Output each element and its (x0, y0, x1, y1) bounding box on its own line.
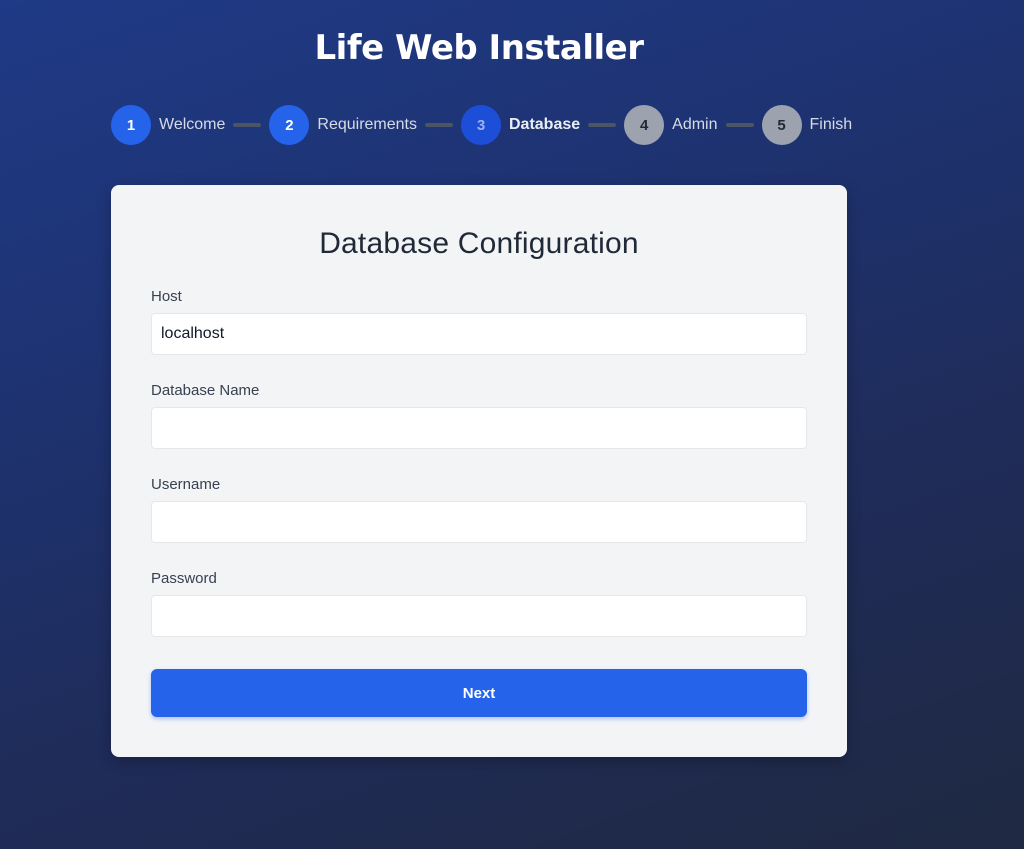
password-input[interactable] (151, 595, 807, 637)
step-label: Admin (672, 116, 718, 133)
username-field-group: Username (151, 475, 807, 543)
installer-stepper: 1 Welcome 2 Requirements 3 Database 4 Ad… (111, 105, 852, 145)
host-field-group: Host (151, 287, 807, 355)
step-number: 4 (624, 105, 665, 145)
step-label: Database (509, 116, 581, 133)
step-finish: 5 Finish (761, 105, 853, 145)
step-connector (588, 123, 617, 127)
step-connector (725, 123, 754, 127)
database-name-label: Database Name (151, 382, 260, 399)
host-input[interactable] (151, 313, 807, 355)
next-button[interactable]: Next (151, 669, 807, 717)
step-connector (425, 123, 453, 127)
host-label: Host (151, 288, 182, 305)
password-field-group: Password (151, 569, 807, 637)
database-name-field-group: Database Name (151, 381, 807, 449)
password-label: Password (151, 570, 217, 587)
step-label: Welcome (159, 116, 226, 133)
username-input[interactable] (151, 501, 807, 543)
username-label: Username (151, 476, 221, 493)
step-number: 3 (461, 105, 501, 145)
step-welcome: 1 Welcome (111, 105, 225, 145)
step-label: Requirements (317, 116, 417, 133)
app-title: Life Web Installer (314, 28, 644, 68)
database-name-input[interactable] (151, 407, 807, 449)
step-label: Finish (809, 116, 853, 133)
step-admin: 4 Admin (624, 105, 718, 145)
database-config-card: Database Configuration Host Database Nam… (111, 185, 847, 757)
step-number: 5 (761, 105, 802, 145)
step-number: 1 (111, 105, 151, 145)
step-number: 2 (269, 105, 310, 145)
step-database: 3 Database (461, 105, 580, 145)
step-requirements: 2 Requirements (269, 105, 417, 145)
card-title: Database Configuration (319, 227, 639, 260)
step-connector (233, 123, 262, 127)
